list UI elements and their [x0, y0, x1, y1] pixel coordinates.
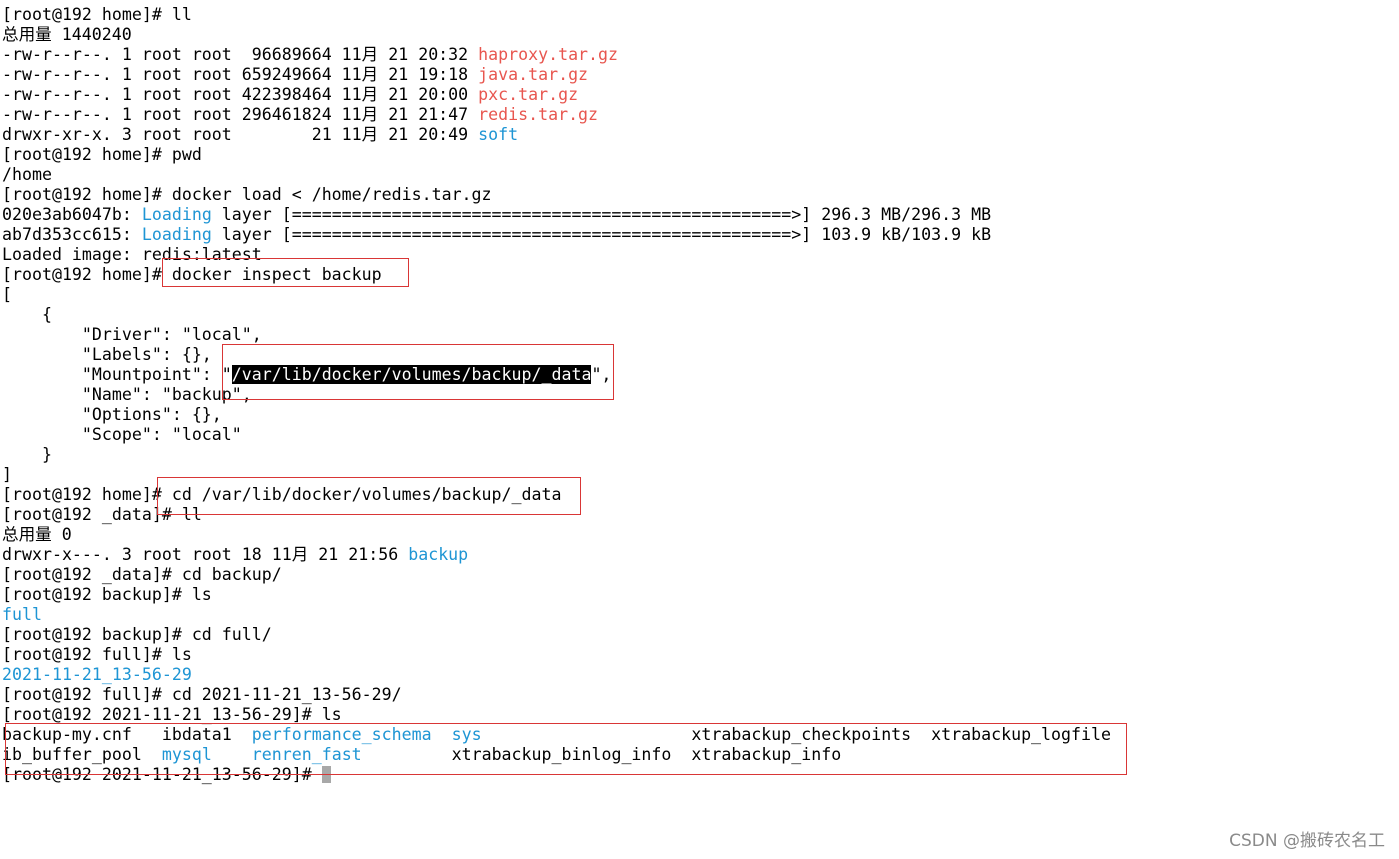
layer-progress: layer [=================================… [211, 205, 992, 224]
archive-file-name: redis.tar.gz [478, 105, 599, 124]
file-meta: -rw-r--r--. 1 root root 659249664 11月 21… [2, 65, 479, 84]
ls-output-row: ib_buffer_pool mysql renren_fast xtrabac… [2, 745, 1397, 765]
directory-name: soft [478, 125, 519, 144]
column-gap [362, 745, 452, 764]
directory-name: backup [408, 545, 469, 564]
layer-id: 020e3ab6047b: [2, 205, 142, 224]
selected-text[interactable]: /var/lib/docker/volumes/backup/_data [231, 365, 592, 384]
file-meta: drwxr-x---. 3 root root 18 11月 21 21:56 [2, 545, 409, 564]
output-line: /home [2, 165, 52, 184]
archive-file-name: haproxy.tar.gz [478, 45, 619, 64]
json-line: ] [2, 465, 12, 484]
column-gap [482, 725, 692, 744]
file-name: xtrabackup_logfile [931, 725, 1111, 744]
layer-progress-line: ab7d353cc615: Loading layer [===========… [2, 225, 1397, 245]
command-line: [root@192 _data]# cd backup/ [2, 565, 282, 584]
directory-name: performance_schema [251, 725, 432, 744]
file-meta: -rw-r--r--. 1 root root 96689664 11月 21 … [2, 45, 479, 64]
column-gap [212, 745, 252, 764]
command-line: [root@192 backup]# cd full/ [2, 625, 272, 644]
column-gap [911, 725, 931, 744]
file-name: xtrabackup_checkpoints [691, 725, 912, 744]
column-gap [432, 725, 452, 744]
json-line: } [2, 445, 52, 464]
file-name: backup-my.cnf [2, 725, 162, 744]
output-line: 总用量 0 [2, 525, 72, 544]
directory-name: sys [451, 725, 482, 744]
file-entry: -rw-r--r--. 1 root root 296461824 11月 21… [2, 105, 1397, 125]
command-line: [root@192 _data]# ll [2, 505, 202, 524]
watermark-text: CSDN @搬砖农名工 [1229, 831, 1385, 851]
file-name: ib_buffer_pool [2, 745, 162, 764]
file-meta: -rw-r--r--. 1 root root 296461824 11月 21… [2, 105, 479, 124]
file-name: xtrabackup_info [691, 745, 842, 764]
file-name: ibdata1 [161, 725, 252, 744]
file-entry: -rw-r--r--. 1 root root 422398464 11月 21… [2, 85, 1397, 105]
json-line-mountpoint: "Mountpoint": "/var/lib/docker/volumes/b… [2, 365, 1397, 385]
loading-status: Loading [141, 225, 212, 244]
file-entry: drwxr-x---. 3 root root 18 11月 21 21:56 … [2, 545, 1397, 565]
ls-output-row: backup-my.cnf ibdata1 performance_schema… [2, 725, 1397, 745]
json-line: "Options": {}, [2, 405, 222, 424]
directory-listing: 2021-11-21_13-56-29 [2, 665, 192, 684]
directory-listing: full [2, 605, 42, 624]
command-line: [root@192 home]# cd /var/lib/docker/volu… [2, 485, 562, 504]
output-line: 总用量 1440240 [2, 25, 132, 44]
archive-file-name: java.tar.gz [478, 65, 589, 84]
text-cursor [321, 766, 331, 783]
prompt-text: [root@192 2021-11-21_13-56-29]# [2, 765, 322, 784]
json-line: "Scope": "local" [2, 425, 242, 444]
command-line: [root@192 backup]# ls [2, 585, 212, 604]
directory-name: renren_fast [251, 745, 362, 764]
output-line: Loaded image: redis:latest [2, 245, 262, 264]
column-gap [671, 745, 691, 764]
file-entry: -rw-r--r--. 1 root root 96689664 11月 21 … [2, 45, 1397, 65]
command-prompt[interactable]: [root@192 2021-11-21_13-56-29]# [2, 765, 1397, 785]
command-line: [root@192 full]# ls [2, 645, 192, 664]
terminal-output[interactable]: [root@192 home]# ll 总用量 1440240 -rw-r--r… [2, 5, 1397, 785]
file-meta: -rw-r--r--. 1 root root 422398464 11月 21… [2, 85, 479, 104]
loading-status: Loading [141, 205, 212, 224]
layer-progress: layer [=================================… [211, 225, 992, 244]
command-line: [root@192 home]# ll [2, 5, 192, 24]
archive-file-name: pxc.tar.gz [478, 85, 579, 104]
json-line: { [2, 305, 52, 324]
layer-id: ab7d353cc615: [2, 225, 142, 244]
file-name: xtrabackup_binlog_info [451, 745, 672, 764]
command-line: [root@192 home]# docker inspect backup [2, 265, 382, 284]
layer-progress-line: 020e3ab6047b: Loading layer [===========… [2, 205, 1397, 225]
file-entry: -rw-r--r--. 1 root root 659249664 11月 21… [2, 65, 1397, 85]
json-line: "Labels": {}, [2, 345, 212, 364]
command-line: [root@192 home]# docker load < /home/red… [2, 185, 492, 204]
json-line: [ [2, 285, 12, 304]
file-entry: drwxr-xr-x. 3 root root 21 11月 21 20:49 … [2, 125, 1397, 145]
json-line: "Driver": "local", [2, 325, 262, 344]
file-meta: drwxr-xr-x. 3 root root 21 11月 21 20:49 [2, 125, 479, 144]
command-line: [root@192 2021-11-21_13-56-29]# ls [2, 705, 342, 724]
mountpoint-suffix: ", [591, 365, 612, 384]
mountpoint-key: "Mountpoint": " [2, 365, 232, 384]
json-line: "Name": "backup", [2, 385, 252, 404]
command-line: [root@192 home]# pwd [2, 145, 202, 164]
directory-name: mysql [161, 745, 212, 764]
command-line: [root@192 full]# cd 2021-11-21_13-56-29/ [2, 685, 402, 704]
